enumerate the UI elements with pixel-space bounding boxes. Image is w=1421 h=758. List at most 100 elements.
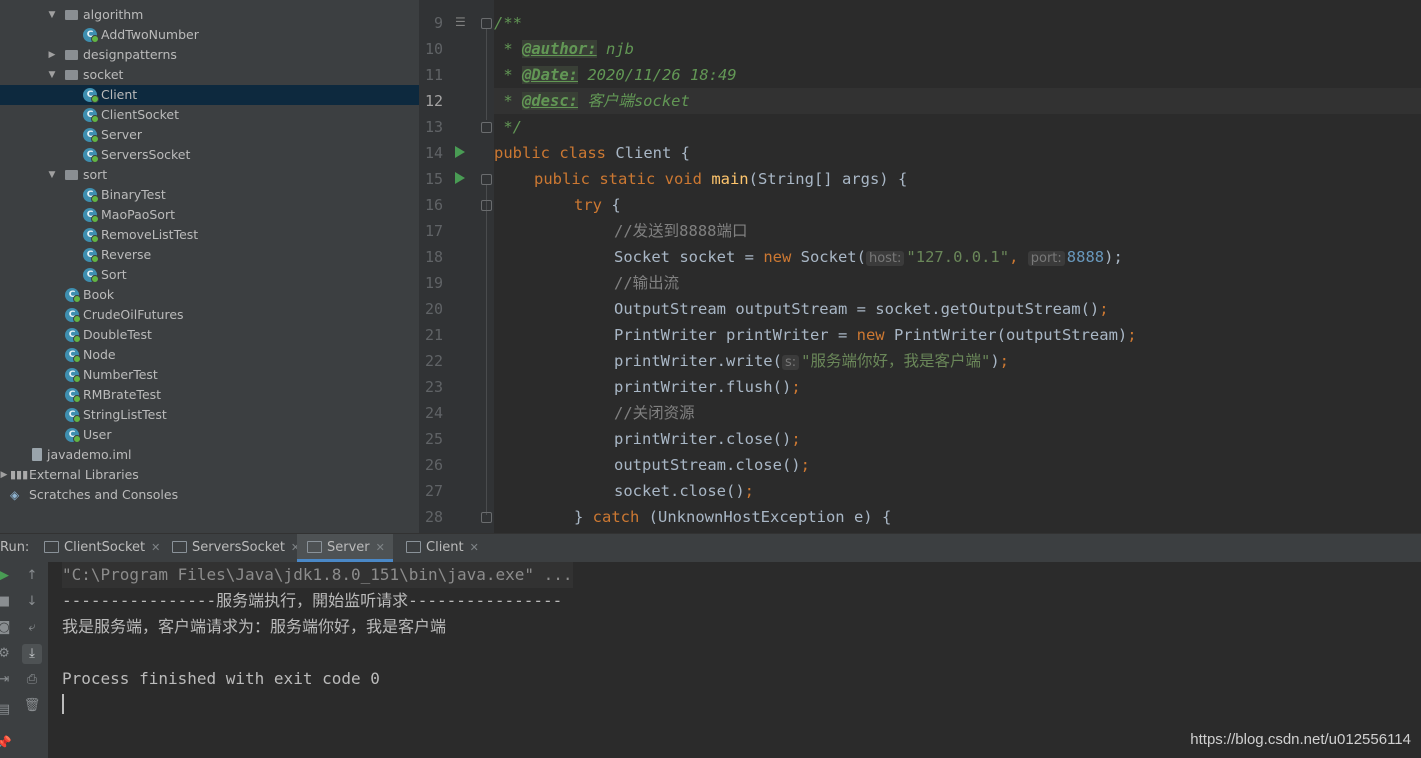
tree-item-addtwonumber[interactable]: C AddTwoNumber — [0, 25, 419, 45]
line-number: 27 — [424, 482, 443, 500]
fold-toggle-icon[interactable] — [481, 512, 492, 523]
tree-item-doubletest[interactable]: C DoubleTest — [0, 325, 419, 345]
scroll-to-end-icon[interactable]: ⤓ — [22, 644, 42, 664]
fold-toggle-icon[interactable] — [481, 18, 492, 29]
tree-folder-socket[interactable]: ▼ socket — [0, 65, 419, 85]
code-line: */ — [494, 118, 522, 136]
fold-toggle-icon[interactable] — [481, 122, 492, 133]
java-class-icon: C — [83, 88, 99, 103]
console-command-line[interactable]: "C:\Program Files\Java\jdk1.8.0_151\bin\… — [62, 562, 573, 588]
run-label: Run: — [0, 540, 30, 555]
chevron-right-icon[interactable]: ▶ — [0, 465, 10, 485]
line-number: 26 — [424, 456, 443, 474]
java-class-icon: C — [83, 228, 99, 243]
run-tab-client[interactable]: Client ✕ — [402, 534, 483, 562]
folder-icon — [65, 170, 78, 180]
folder-icon — [65, 10, 78, 20]
arrow-down-icon[interactable]: ↓ — [22, 592, 42, 612]
code-line: * @desc: 客户端socket — [494, 92, 690, 110]
line-number: 20 — [424, 300, 443, 318]
tree-item-rmbratetest[interactable]: C RMBrateTest — [0, 385, 419, 405]
tree-item-server[interactable]: C Server — [0, 125, 419, 145]
close-icon[interactable]: ✕ — [470, 541, 479, 554]
code-editor[interactable]: /** * @author: njb * @Date: 2020/11/26 1… — [494, 0, 1421, 533]
render-doc-icon[interactable]: ☰ — [455, 15, 466, 29]
exit-icon[interactable]: ⇥ — [0, 670, 14, 690]
tree-folder-designpatterns[interactable]: ▶ designpatterns — [0, 45, 419, 65]
folder-icon — [65, 70, 78, 80]
chevron-down-icon[interactable]: ▼ — [46, 165, 58, 185]
console-output-line: Process finished with exit code 0 — [62, 669, 380, 688]
run-console[interactable]: "C:\Program Files\Java\jdk1.8.0_151\bin\… — [48, 562, 1421, 758]
fold-guide — [486, 29, 487, 120]
line-number: 22 — [424, 352, 443, 370]
text-caret — [62, 694, 64, 714]
tree-item-user[interactable]: C User — [0, 425, 419, 445]
run-tab-serverssocket[interactable]: ServersSocket ✕ — [168, 534, 304, 562]
tree-item-javademo-iml[interactable]: javademo.iml — [0, 445, 419, 465]
code-line: * @Date: 2020/11/26 18:49 — [494, 66, 737, 84]
tree-item-removelisttest[interactable]: C RemoveListTest — [0, 225, 419, 245]
settings-icon[interactable]: ⚙ — [0, 644, 14, 664]
tree-folder-sort[interactable]: ▼ sort — [0, 165, 419, 185]
tree-folder-algorithm[interactable]: ▼ algorithm — [0, 5, 419, 25]
tree-item-clientsocket[interactable]: C ClientSocket — [0, 105, 419, 125]
chevron-right-icon[interactable]: ▶ — [46, 45, 58, 65]
java-class-icon: C — [65, 368, 81, 383]
tree-item-client[interactable]: C Client — [0, 85, 419, 105]
soft-wrap-icon[interactable]: ⤶ — [22, 618, 42, 638]
tree-item-book[interactable]: C Book — [0, 285, 419, 305]
java-class-icon: C — [83, 28, 99, 43]
fold-toggle-icon[interactable] — [481, 174, 492, 185]
line-number: 14 — [424, 144, 443, 162]
line-number: 9 — [433, 14, 443, 32]
tree-item-binarytest[interactable]: C BinaryTest — [0, 185, 419, 205]
rerun-icon[interactable]: ▶ — [0, 566, 14, 586]
code-line: OutputStream outputStream = socket.getOu… — [614, 300, 1109, 318]
tree-item-sort[interactable]: C Sort — [0, 265, 419, 285]
print-icon[interactable]: ⎙ — [22, 670, 42, 690]
run-toolbar: ▶ ↑ ■ ↓ ◙ ⤶ ⚙ ⤓ ⇥ ⎙ ▤ 🗑 📌 — [0, 562, 48, 758]
tree-item-serverssocket[interactable]: C ServersSocket — [0, 145, 419, 165]
line-number: 23 — [424, 378, 443, 396]
arrow-up-icon[interactable]: ↑ — [22, 566, 42, 586]
tree-item-reverse[interactable]: C Reverse — [0, 245, 419, 265]
code-line: * @author: njb — [494, 40, 634, 58]
code-line: try { — [574, 196, 621, 214]
fold-guide — [486, 185, 487, 515]
close-icon[interactable]: ✕ — [376, 541, 385, 554]
trash-icon[interactable]: 🗑 — [22, 696, 42, 716]
tree-item-external-libraries[interactable]: ▶ ▮▮▮ External Libraries — [0, 465, 419, 485]
camera-icon[interactable]: ◙ — [0, 618, 14, 638]
run-tab-server[interactable]: Server ✕ — [297, 534, 393, 562]
close-icon[interactable]: ✕ — [151, 541, 160, 554]
java-class-icon: C — [65, 288, 81, 303]
tree-item-maopaosort[interactable]: C MaoPaoSort — [0, 205, 419, 225]
line-number: 18 — [424, 248, 443, 266]
code-line: PrintWriter printWriter = new PrintWrite… — [614, 326, 1137, 344]
tree-item-node[interactable]: C Node — [0, 345, 419, 365]
tree-item-numbertest[interactable]: C NumberTest — [0, 365, 419, 385]
console-icon — [172, 540, 187, 553]
pin-icon[interactable]: 📌 — [0, 734, 14, 754]
console-icon — [307, 540, 322, 553]
java-class-icon: C — [65, 408, 81, 423]
scratches-icon: ◈ — [10, 488, 20, 502]
run-main-icon[interactable] — [455, 172, 465, 184]
fold-toggle-icon[interactable] — [481, 200, 492, 211]
layout-icon[interactable]: ▤ — [0, 700, 14, 720]
chevron-down-icon[interactable]: ▼ — [46, 5, 58, 25]
code-line: //关闭资源 — [614, 404, 695, 422]
code-line: outputStream.close(); — [614, 456, 810, 474]
line-number: 11 — [424, 66, 443, 84]
tree-item-scratches[interactable]: ◈ Scratches and Consoles — [0, 485, 419, 505]
run-class-icon[interactable] — [455, 146, 465, 158]
java-class-icon: C — [83, 188, 99, 203]
code-line: printWriter.close(); — [614, 430, 801, 448]
stop-icon[interactable]: ■ — [0, 592, 14, 612]
line-number: 10 — [424, 40, 443, 58]
tree-item-stringlisttest[interactable]: C StringListTest — [0, 405, 419, 425]
run-tab-clientsocket[interactable]: ClientSocket ✕ — [40, 534, 164, 562]
tree-item-crudeoilfutures[interactable]: C CrudeOilFutures — [0, 305, 419, 325]
chevron-down-icon[interactable]: ▼ — [46, 65, 58, 85]
